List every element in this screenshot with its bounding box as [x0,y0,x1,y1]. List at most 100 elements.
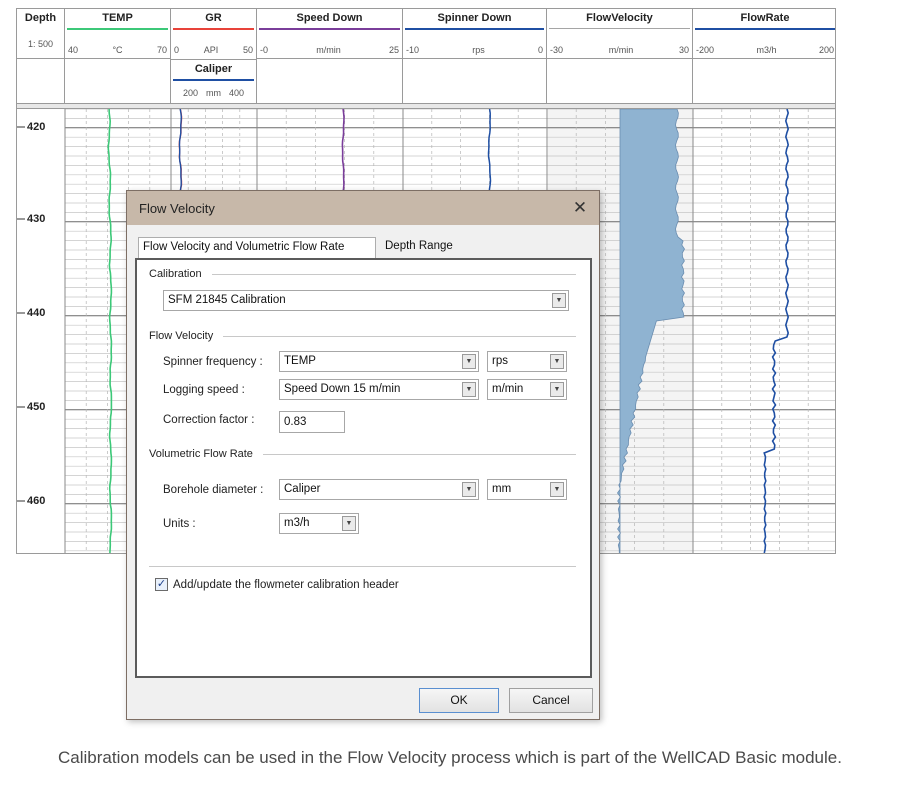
chevron-down-icon[interactable]: ▼ [550,382,564,397]
borehole-diameter-unit-value: mm [492,483,512,495]
header-scale: -0 m/min 25 [260,45,399,55]
header-depth: Depth 1: 500 [17,9,65,105]
header-line [695,28,835,30]
borehole-diameter-unit-select[interactable]: mm ▼ [487,479,567,500]
header-scale: -30 m/min 30 [550,45,689,55]
chevron-down-icon[interactable]: ▼ [550,482,564,497]
chevron-down-icon[interactable]: ▼ [550,354,564,369]
flowrate-curve [763,109,790,553]
scale-min: -200 [696,45,715,55]
header-line [173,28,254,30]
chevron-down-icon[interactable]: ▼ [462,482,476,497]
scale-max: 50 [242,45,253,55]
header-scale: 0 API 50 [174,45,253,55]
scale-min: 0 [174,45,180,55]
scale-max: 0 [537,45,543,55]
logging-speed-unit-value: m/min [492,383,524,395]
header-title: TEMP [102,12,133,24]
header-line [549,28,690,29]
scale-unit: m3/h [756,45,777,55]
logging-speed-value: Speed Down 15 m/min [284,383,401,395]
dialog-titlebar[interactable]: Flow Velocity ✕ [127,191,599,225]
scale-unit: °C [112,45,123,55]
flow-velocity-dialog: Flow Velocity ✕ Flow Velocity and Volume… [126,190,600,720]
scale-min: 40 [68,45,79,55]
scale-max: 200 [818,45,834,55]
header-line [259,28,400,30]
units-select[interactable]: m3/h ▼ [279,513,359,534]
borehole-diameter-label: Borehole diameter : [163,484,264,496]
units-label: Units : [163,518,196,530]
temp-curve [107,109,113,553]
tab-panel: Calibration SFM 21845 Calibration ▼ Flow… [135,258,592,678]
ok-button[interactable]: OK [419,688,499,713]
scale-unit: rps [472,45,485,55]
header-scale: -10 rps 0 [406,45,543,55]
header-title: Speed Down [296,12,363,24]
scale-unit: API [203,45,219,55]
scale-unit: m/min [316,45,341,55]
depth-label-430: 430 [27,213,46,225]
scale-min: 200 [182,88,198,98]
borehole-diameter-value: Caliper [284,483,321,495]
scale-min: -10 [406,45,420,55]
header-title: FlowVelocity [586,12,653,24]
header-caliper: Caliper 200 mm 400 [171,59,256,103]
logging-speed-select[interactable]: Speed Down 15 m/min ▼ [279,379,479,400]
group-label-text: Calibration [149,268,202,280]
scale-max: 70 [156,45,167,55]
close-icon: ✕ [572,198,588,217]
header-line [173,79,254,81]
header-separator [17,58,171,59]
header-scale: 40 °C 70 [68,45,167,55]
scale-min: -30 [550,45,564,55]
units-value: m3/h [284,517,310,529]
calibration-header-checkbox-row[interactable]: ✓ Add/update the flowmeter calibration h… [155,578,399,591]
spinner-unit-select[interactable]: rps ▼ [487,351,567,372]
correction-factor-label: Correction factor : [163,414,255,426]
logging-speed-unit-select[interactable]: m/min ▼ [487,379,567,400]
header-title: FlowRate [740,12,790,24]
dialog-title: Flow Velocity [139,201,215,216]
scale-max: 30 [678,45,689,55]
header-scale: -200 m3/h 200 [696,45,834,55]
scale-max: 25 [388,45,399,55]
logging-speed-label: Logging speed : [163,384,245,396]
borehole-diameter-select[interactable]: Caliper ▼ [279,479,479,500]
header-scale: 200 mm 400 [174,88,253,98]
depth-label-420: 420 [27,121,46,133]
spinner-value: TEMP [284,355,316,367]
header-speed: Speed Down -0 m/min 25 [257,9,403,105]
chevron-down-icon[interactable]: ▼ [552,293,566,308]
header-line [67,28,168,30]
cancel-button[interactable]: Cancel [509,688,593,713]
close-button[interactable]: ✕ [569,197,591,219]
panel-separator [149,566,576,567]
chevron-down-icon[interactable]: ▼ [462,382,476,397]
depth-label-450: 450 [27,401,46,413]
spinner-frequency-label: Spinner frequency : [163,356,263,368]
tab-flow-velocity[interactable]: Flow Velocity and Volumetric Flow Rate [138,237,376,259]
header-separator [257,58,835,59]
header-flowvelocity: FlowVelocity -30 m/min 30 [547,9,693,105]
header-line [405,28,544,30]
scale-unit: mm [206,88,221,98]
spinner-frequency-select[interactable]: TEMP ▼ [279,351,479,372]
chevron-down-icon[interactable]: ▼ [462,354,476,369]
figure-caption: Calibration models can be used in the Fl… [58,748,842,767]
tab-depth-range[interactable]: Depth Range [381,237,457,257]
header-spinner: Spinner Down -10 rps 0 [403,9,547,105]
chevron-down-icon[interactable]: ▼ [342,516,356,531]
calibration-group-label: Calibration [149,268,576,280]
correction-factor-input[interactable]: 0.83 [279,411,345,433]
depth-label-440: 440 [27,307,46,319]
header-title: Depth [24,12,57,24]
calibration-select[interactable]: SFM 21845 Calibration ▼ [163,290,569,311]
scale-unit: m/min [608,45,634,55]
header-title: Spinner Down [437,12,512,24]
scale-min: -0 [260,45,269,55]
group-label-text: Flow Velocity [149,330,214,342]
checkbox-checked-icon[interactable]: ✓ [155,578,168,591]
header-scale: 1: 500 [20,39,61,49]
scale-max: 400 [229,88,245,98]
